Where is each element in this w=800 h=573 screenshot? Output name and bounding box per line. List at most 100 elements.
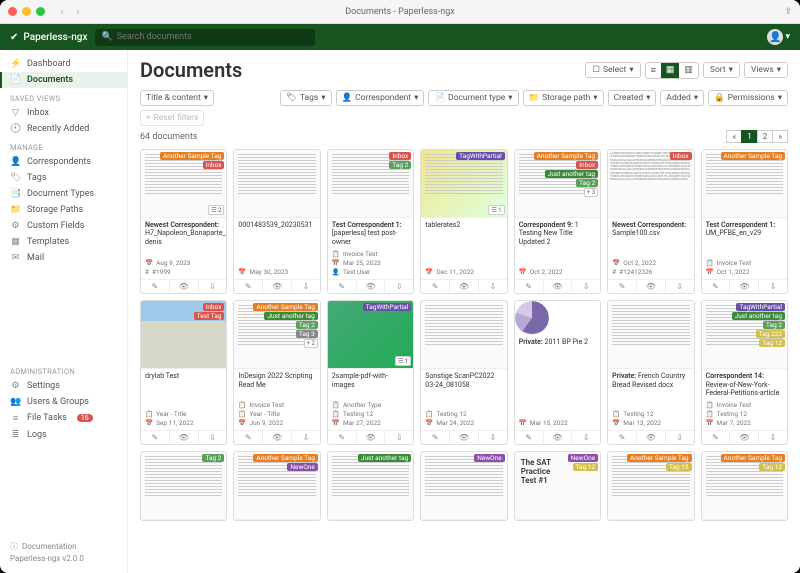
tag-pill[interactable]: Just another tag (358, 454, 411, 462)
view-button[interactable]: 👁 (450, 280, 479, 293)
card-title[interactable]: Newest Correspondent: Sample100.csv (612, 221, 689, 238)
edit-button[interactable]: ✎ (421, 280, 450, 293)
card-title[interactable]: Test Correspondent 1: UM_PFBE_en_v29 (706, 221, 783, 238)
tag-pill[interactable]: Just another tag (732, 312, 785, 320)
view-button[interactable]: 👁 (544, 280, 573, 293)
document-card[interactable]: Private: French Country Bread Revised.do… (607, 300, 694, 445)
document-thumbnail[interactable]: Another Sample TagTag 12 (608, 452, 693, 520)
download-button[interactable]: ⇩ (479, 280, 507, 293)
filter-tags[interactable]: 🏷Tags▾ (280, 90, 331, 106)
download-button[interactable]: ⇩ (666, 280, 694, 293)
sidebar-item-dashboard[interactable]: ⚡Dashboard (0, 56, 127, 72)
view-grid-small[interactable]: ▦ (661, 63, 680, 78)
tag-pill[interactable]: Tag 12 (759, 339, 785, 347)
card-title[interactable]: Correspondent 9: 1 Testing New Title Upd… (519, 221, 596, 246)
card-title[interactable]: Private: 2011 BP Pie 2 (519, 338, 596, 346)
tag-pill[interactable]: Inbox (670, 152, 692, 160)
tag-pill[interactable]: Another Sample Tag (534, 152, 598, 160)
sort-button[interactable]: Sort▾ (703, 62, 740, 78)
document-card[interactable]: LOREMIPSUMDOLORSITAMETCONSECTETURADIPISC… (607, 149, 694, 294)
view-details[interactable]: ≡ (646, 63, 661, 78)
document-card[interactable]: 0001483539_20230531📅May 30, 2023✎👁⇩ (233, 149, 320, 294)
sidebar-item-logs[interactable]: ≣Logs (0, 427, 127, 443)
sidebar-item-storage-paths[interactable]: 📁Storage Paths (0, 202, 127, 218)
card-title[interactable]: InDesign 2022 Scripting Read Me (238, 372, 315, 389)
document-thumbnail[interactable]: TagWithPartialJust another tagTag 2Tag 2… (702, 301, 787, 369)
view-grid-large[interactable]: ▥ (679, 63, 698, 78)
document-thumbnail[interactable]: Another Sample Tag (702, 150, 787, 218)
view-button[interactable]: 👁 (544, 431, 573, 444)
tag-pill[interactable]: NewOne (474, 454, 504, 462)
document-card[interactable]: NewOne (420, 451, 507, 521)
share-icon[interactable]: ⇪ (784, 7, 792, 17)
filter-field-dropdown[interactable]: Title & content▾ (140, 90, 214, 106)
document-thumbnail[interactable] (608, 301, 693, 369)
tag-pill[interactable]: NewOne (568, 454, 598, 462)
document-card[interactable]: Another Sample TagInbox☰2Newest Correspo… (140, 149, 227, 294)
view-button[interactable]: 👁 (170, 431, 199, 444)
close-window[interactable] (8, 7, 17, 16)
tag-pill[interactable]: Test Tag (194, 312, 225, 320)
tag-pill[interactable]: Inbox (203, 161, 225, 169)
search-input[interactable] (117, 32, 310, 42)
nav-back[interactable]: ‹ (55, 7, 69, 17)
tag-pill[interactable]: TagWithPartial (456, 152, 505, 160)
select-button[interactable]: ☐Select▾ (585, 62, 640, 78)
edit-button[interactable]: ✎ (515, 280, 544, 293)
document-card[interactable]: TagWithPartialJust another tagTag 2Tag 2… (701, 300, 788, 445)
tag-pill[interactable]: Another Sample Tag (253, 303, 317, 311)
sidebar-item-mail[interactable]: ✉Mail (0, 250, 127, 266)
document-thumbnail[interactable]: Another Sample TagJust another tagTag 2T… (234, 301, 319, 369)
document-card[interactable]: TagWithPartial☰12sample-pdf-with-images📋… (327, 300, 414, 445)
tag-pill[interactable]: Inbox (389, 152, 411, 160)
page-1[interactable]: 1 (741, 130, 758, 143)
view-button[interactable]: 👁 (357, 280, 386, 293)
tag-pill[interactable]: Tag 2 (389, 161, 411, 169)
card-title[interactable]: Correspondent 14: Review-of-New-York-Fed… (706, 372, 783, 397)
filter-added[interactable]: Added▾ (660, 90, 704, 106)
card-title[interactable]: Private: French Country Bread Revised.do… (612, 372, 689, 389)
sidebar-item-document-types[interactable]: 📑Document Types (0, 186, 127, 202)
brand[interactable]: ✔ Paperless-ngx (10, 32, 87, 43)
document-card[interactable]: InboxTest Tagdrylab Test📋Year - Title📅Se… (140, 300, 227, 445)
edit-button[interactable]: ✎ (234, 431, 263, 444)
document-card[interactable]: Another Sample TagTag 12 (607, 451, 694, 521)
sidebar-item-file-tasks[interactable]: ≡File Tasks16 (0, 410, 127, 427)
card-title[interactable]: Test Correspondent 1: [paperless] test p… (332, 221, 409, 246)
tag-pill[interactable]: Tag 2 (202, 454, 224, 462)
edit-button[interactable]: ✎ (702, 431, 731, 444)
view-button[interactable]: 👁 (170, 280, 199, 293)
download-button[interactable]: ⇩ (385, 280, 413, 293)
edit-button[interactable]: ✎ (234, 280, 263, 293)
document-thumbnail[interactable]: The SATPracticeTest #1NewOneTag 12 (515, 452, 600, 520)
tag-pill[interactable]: TagWithPartial (363, 303, 412, 311)
download-button[interactable]: ⇩ (759, 431, 787, 444)
download-button[interactable]: ⇩ (479, 431, 507, 444)
page-next[interactable]: » (772, 130, 788, 143)
document-card[interactable]: TagWithPartial☰1tablerates2📅Dec 11, 2022… (420, 149, 507, 294)
sidebar-item-custom-fields[interactable]: ⚙Custom Fields (0, 218, 127, 234)
tag-pill[interactable]: Tag 12 (759, 463, 785, 471)
tag-pill[interactable]: Another Sample Tag (721, 152, 785, 160)
document-card[interactable]: Another Sample TagJust another tagTag 2T… (233, 300, 320, 445)
download-button[interactable]: ⇩ (199, 431, 227, 444)
tag-pill[interactable]: Inbox (203, 303, 225, 311)
sidebar-item-recently-added[interactable]: 🕘Recently Added (0, 121, 127, 137)
document-thumbnail[interactable]: NewOne (421, 452, 506, 520)
nav-forward[interactable]: › (71, 7, 85, 17)
view-button[interactable]: 👁 (637, 431, 666, 444)
edit-button[interactable]: ✎ (608, 280, 637, 293)
view-button[interactable]: 👁 (357, 431, 386, 444)
page-2[interactable]: 2 (757, 130, 774, 143)
edit-button[interactable]: ✎ (141, 431, 170, 444)
tag-pill[interactable]: Tag 3 (296, 330, 318, 338)
filter-doctype[interactable]: 📄Document type▾ (428, 90, 518, 106)
tag-pill[interactable]: Another Sample Tag (253, 454, 317, 462)
document-card[interactable]: Tag 2 (140, 451, 227, 521)
document-thumbnail[interactable] (515, 301, 549, 335)
sidebar-item-tags[interactable]: 🏷Tags (0, 170, 127, 186)
card-title[interactable]: drylab Test (145, 372, 222, 380)
page-prev[interactable]: « (726, 130, 742, 143)
document-thumbnail[interactable] (234, 150, 319, 218)
document-thumbnail[interactable] (421, 301, 506, 369)
